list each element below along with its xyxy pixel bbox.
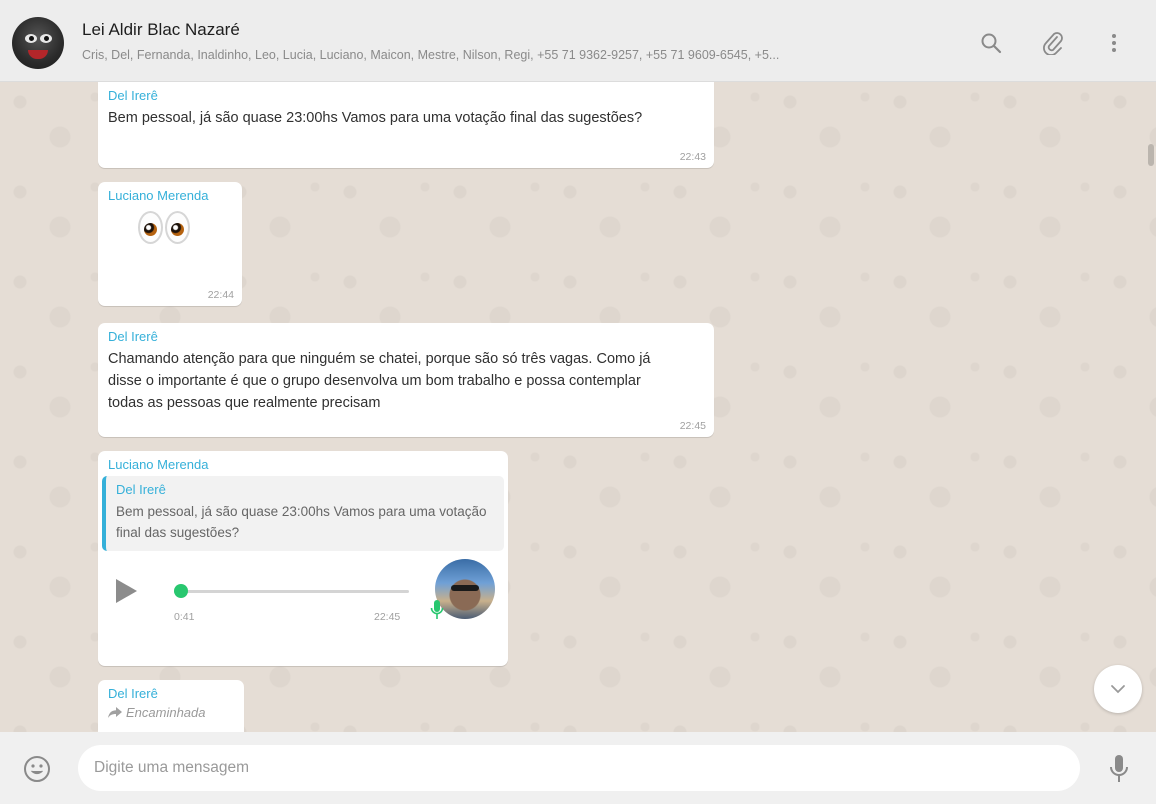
quoted-sender: Del Irerê bbox=[116, 482, 166, 497]
message-sender[interactable]: Luciano Merenda bbox=[102, 457, 504, 472]
group-members[interactable]: Cris, Del, Fernanda, Inaldinho, Leo, Luc… bbox=[82, 48, 952, 62]
message-sender[interactable]: Del Irerê bbox=[108, 329, 704, 344]
quoted-text: Bem pessoal, já são quase 23:00hs Vamos … bbox=[116, 504, 487, 540]
sender-avatar[interactable] bbox=[435, 559, 495, 619]
message-sender[interactable]: Del Irerê bbox=[108, 88, 704, 103]
forward-icon bbox=[108, 707, 122, 718]
quoted-message[interactable]: Del Irerê Bem pessoal, já são quase 23:0… bbox=[102, 476, 504, 551]
message-sender[interactable]: Del Irerê bbox=[108, 686, 234, 701]
play-icon[interactable] bbox=[116, 579, 137, 603]
audio-duration: 0:41 bbox=[174, 611, 195, 623]
message-text: Chamando atenção para que ninguém se cha… bbox=[108, 351, 651, 411]
message-bubble[interactable]: Luciano Merenda Del Irerê Bem pessoal, j… bbox=[98, 451, 508, 666]
menu-icon[interactable] bbox=[1101, 30, 1127, 56]
chevron-down-icon bbox=[1111, 685, 1125, 694]
message-text: Bem pessoal, já são quase 23:00hs Vamos … bbox=[108, 110, 643, 126]
forwarded-text: Encaminhada bbox=[126, 705, 206, 720]
audio-progress-track[interactable] bbox=[174, 590, 409, 593]
search-icon[interactable] bbox=[978, 30, 1004, 56]
microphone-icon[interactable] bbox=[1108, 754, 1130, 784]
chat-header[interactable]: Lei Aldir Blac Nazaré Cris, Del, Fernand… bbox=[0, 0, 1156, 82]
message-time: 22:45 bbox=[679, 420, 706, 432]
group-avatar[interactable] bbox=[12, 17, 64, 69]
message-sender[interactable]: Luciano Merenda bbox=[108, 188, 232, 203]
message-input[interactable] bbox=[78, 745, 1080, 791]
group-title[interactable]: Lei Aldir Blac Nazaré bbox=[82, 20, 240, 40]
microphone-icon bbox=[430, 600, 444, 619]
message-time: 22:43 bbox=[679, 151, 706, 163]
scroll-to-bottom-button[interactable] bbox=[1094, 665, 1142, 713]
eyes-emoji-icon bbox=[138, 211, 232, 244]
message-bubble[interactable]: Del Irerê Bem pessoal, já são quase 23:0… bbox=[98, 82, 714, 168]
voice-message[interactable]: 0:41 22:45 bbox=[102, 555, 504, 631]
audio-seek-handle[interactable] bbox=[174, 584, 188, 598]
message-time: 22:45 bbox=[374, 611, 401, 623]
message-bubble[interactable]: Luciano Merenda 22:44 bbox=[98, 182, 242, 306]
scrollbar[interactable] bbox=[1148, 144, 1154, 166]
forwarded-label: Encaminhada bbox=[108, 705, 234, 720]
emoji-icon[interactable] bbox=[23, 755, 51, 783]
message-time: 22:44 bbox=[207, 289, 234, 301]
attach-icon[interactable] bbox=[1040, 30, 1066, 56]
composer bbox=[0, 732, 1156, 804]
message-list[interactable]: Del Irerê Bem pessoal, já são quase 23:0… bbox=[0, 82, 1156, 732]
message-bubble[interactable]: Del Irerê Chamando atenção para que ning… bbox=[98, 323, 714, 437]
message-bubble[interactable]: Del Irerê Encaminhada bbox=[98, 680, 244, 732]
